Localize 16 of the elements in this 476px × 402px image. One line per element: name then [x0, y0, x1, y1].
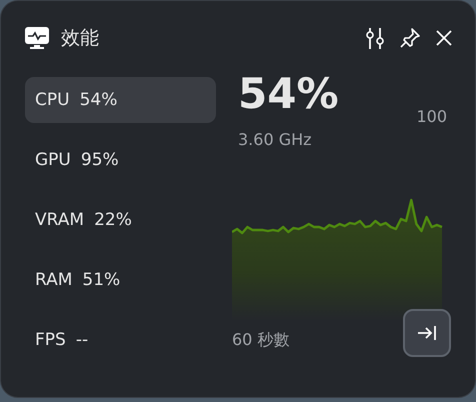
monitor-icon — [25, 26, 49, 50]
pin-icon[interactable] — [399, 27, 421, 49]
close-icon[interactable] — [435, 29, 453, 47]
scale-max: 100 — [416, 107, 447, 126]
metric-tab[interactable]: GPU 95% — [25, 137, 216, 183]
metric-tab[interactable]: VRAM 22% — [25, 197, 216, 243]
settings-icon[interactable] — [365, 27, 385, 49]
arrow-to-edge-icon — [417, 325, 437, 341]
window-title: 效能 — [61, 26, 100, 51]
time-span-label: 60 秒數 — [232, 330, 290, 350]
metric-tab[interactable]: RAM 51% — [25, 257, 216, 303]
dock-button[interactable] — [403, 309, 451, 357]
frequency-text: 3.60 GHz — [238, 130, 313, 149]
metric-tab[interactable]: FPS -- — [25, 317, 216, 363]
metric-tab[interactable]: CPU 54% — [25, 77, 216, 123]
usage-value: 54% — [238, 72, 339, 116]
